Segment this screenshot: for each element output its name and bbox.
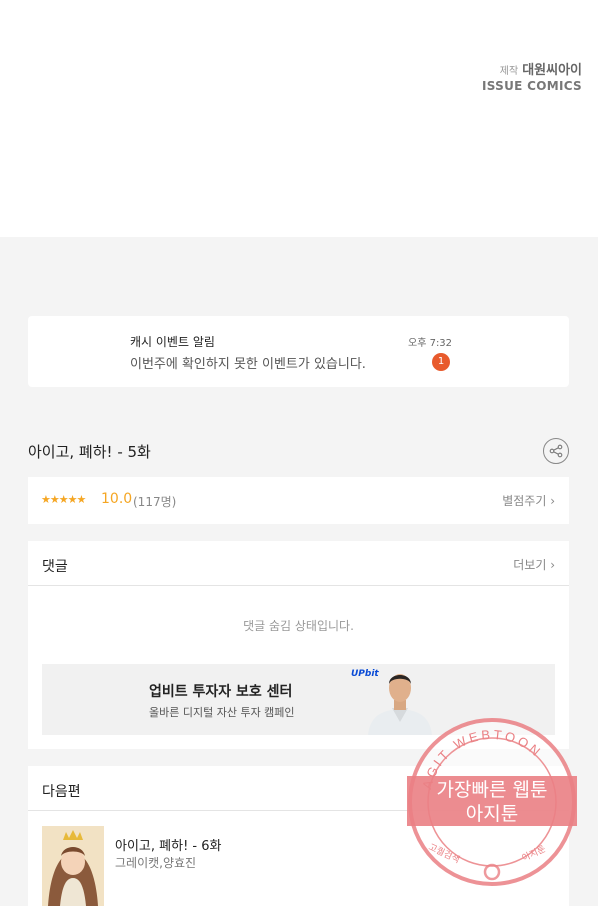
credit-label: 제작	[499, 66, 519, 77]
share-icon	[549, 444, 563, 458]
cash-event-notification[interactable]: 캐시 이벤트 알림 이번주에 확인하지 못한 이벤트가 있습니다. 오후 7:3…	[28, 316, 569, 387]
ad-title: 업비트 투자자 보호 센터	[149, 684, 293, 700]
notification-title: 캐시 이벤트 알림	[130, 335, 215, 349]
notification-time: 오후 7:32	[408, 338, 453, 349]
comments-heading: 댓글	[42, 559, 68, 575]
comments-more-link[interactable]: 더보기 ›	[513, 556, 555, 573]
share-button[interactable]	[543, 438, 569, 464]
next-episode-author: 그레이캣,양효진	[115, 856, 197, 870]
rating-bar: ★★★★★ 10.0 (117명) 별점주기 ›	[28, 477, 569, 524]
next-episode-heading: 다음편	[42, 784, 81, 800]
rating-count: (117명)	[133, 495, 177, 509]
svg-text:가장빠른 웹툰: 가장빠른 웹툰	[437, 779, 548, 801]
svg-text:아지툰: 아지툰	[466, 803, 518, 825]
next-episode-thumbnail[interactable]	[42, 826, 104, 906]
notification-count-badge: 1	[432, 353, 450, 371]
divider	[28, 585, 569, 586]
comments-hidden-message: 댓글 숨김 상태입니다.	[243, 619, 354, 633]
star-rating-icon: ★★★★★	[41, 493, 86, 506]
notification-body: 이번주에 확인하지 못한 이벤트가 있습니다.	[130, 357, 366, 372]
agit-webtoon-watermark-stamp: AGIT WEBTOON 가장빠른 웹툰 아지툰 고퀄검색 아지툰	[405, 716, 577, 886]
thumbnail-illustration	[42, 826, 104, 906]
rating-score: 10.0	[101, 491, 133, 507]
rate-button[interactable]: 별점주기 ›	[502, 492, 555, 509]
studio-name: 대원씨아이	[522, 63, 582, 78]
episode-title: 아이고, 폐하! - 5화	[28, 443, 151, 461]
episode-end-area: 제작 대원씨아이 ISSUE COMICS	[0, 0, 598, 237]
publisher-name: ISSUE COMICS	[481, 79, 582, 93]
next-episode-title[interactable]: 아이고, 폐하! - 6화	[115, 835, 221, 854]
production-credit: 제작 대원씨아이	[500, 59, 582, 78]
ad-subtitle: 올바른 디지털 자산 투자 캠페인	[149, 706, 295, 719]
